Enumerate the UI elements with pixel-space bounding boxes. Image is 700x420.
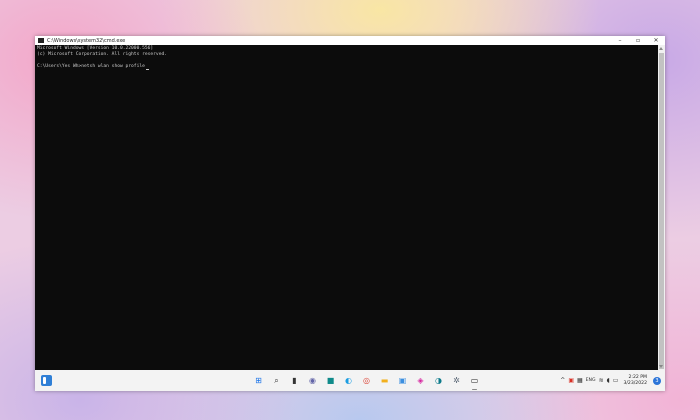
terminal-icon[interactable]: ▭ [468,374,481,390]
desktop-screen: C:\Windows\system32\cmd.exe – ▫ ✕ Micros… [35,36,665,391]
minimize-button[interactable]: – [611,36,629,45]
search-icon[interactable]: ⌕ [270,374,283,387]
vertical-scrollbar[interactable] [658,45,665,370]
scroll-up-arrow-icon[interactable] [659,47,663,50]
language-indicator[interactable]: ENG [586,378,596,383]
start-icon[interactable]: ⊞ [252,374,265,387]
chat-icon[interactable]: ◉ [306,374,319,387]
tray-overflow-chevron-icon[interactable]: ^ [560,377,565,384]
window-title: C:\Windows\system32\cmd.exe [47,37,126,44]
edge-icon[interactable]: ◐ [342,374,355,387]
scroll-down-arrow-icon[interactable] [659,365,663,368]
file-explorer-icon[interactable]: ▬ [378,374,391,387]
clock[interactable]: 2:22 PM 3/23/2022 [623,375,647,387]
speaker-icon[interactable]: ◖ [607,377,610,384]
wifi-icon[interactable]: ≋ [599,377,604,384]
scrollbar-thumb[interactable] [659,53,664,369]
settings-icon[interactable]: ✲ [450,374,463,387]
title-bar[interactable]: C:\Windows\system32\cmd.exe – ▫ ✕ [35,36,665,45]
battery-icon[interactable]: ▭ [613,377,619,384]
taskbar-apps: ⊞ ⌕ ▮ ◉ ■ ◐ ◎ ▬ ▣ ◈ ◑ ✲ ▭ [252,374,481,390]
chrome-icon[interactable]: ◎ [360,374,373,387]
console-prompt-line: C:\Users\Yes Wh>netsh wlan show profile [37,64,656,70]
text-cursor [145,69,149,70]
cmd-icon [38,38,44,43]
widgets-icon[interactable] [41,375,52,386]
task-view-icon[interactable]: ▮ [288,374,301,387]
taskbar: ⊞ ⌕ ▮ ◉ ■ ◐ ◎ ▬ ▣ ◈ ◑ ✲ ▭ ^ ▣ ▦ ENG ≋ ◖ ▭ 2:22 PM 3/… [35,370,665,391]
cmd-window[interactable]: C:\Windows\system32\cmd.exe – ▫ ✕ Micros… [35,36,665,370]
clock-date: 3/23/2022 [623,380,647,386]
tray-app-icon[interactable]: ▣ [568,377,574,384]
tray-network-app-icon[interactable]: ▦ [577,377,583,384]
edge-beta-icon[interactable]: ◑ [432,374,445,387]
instagram-icon[interactable]: ◈ [414,374,427,387]
system-tray: ^ ▣ ▦ ENG ≋ ◖ ▭ 2:22 PM 3/23/2022 3 [560,370,661,391]
close-button[interactable]: ✕ [647,36,665,45]
notification-badge[interactable]: 3 [653,376,661,385]
maximize-button[interactable]: ▫ [629,36,647,45]
console-output[interactable]: Microsoft Windows [Version 10.0.22000.55… [35,45,658,370]
window-controls: – ▫ ✕ [611,36,665,45]
command-text: C:\Users\Yes Wh>netsh wlan show profile [37,64,145,69]
photos-icon[interactable]: ▣ [396,374,409,387]
app-teal-icon[interactable]: ■ [324,374,337,387]
